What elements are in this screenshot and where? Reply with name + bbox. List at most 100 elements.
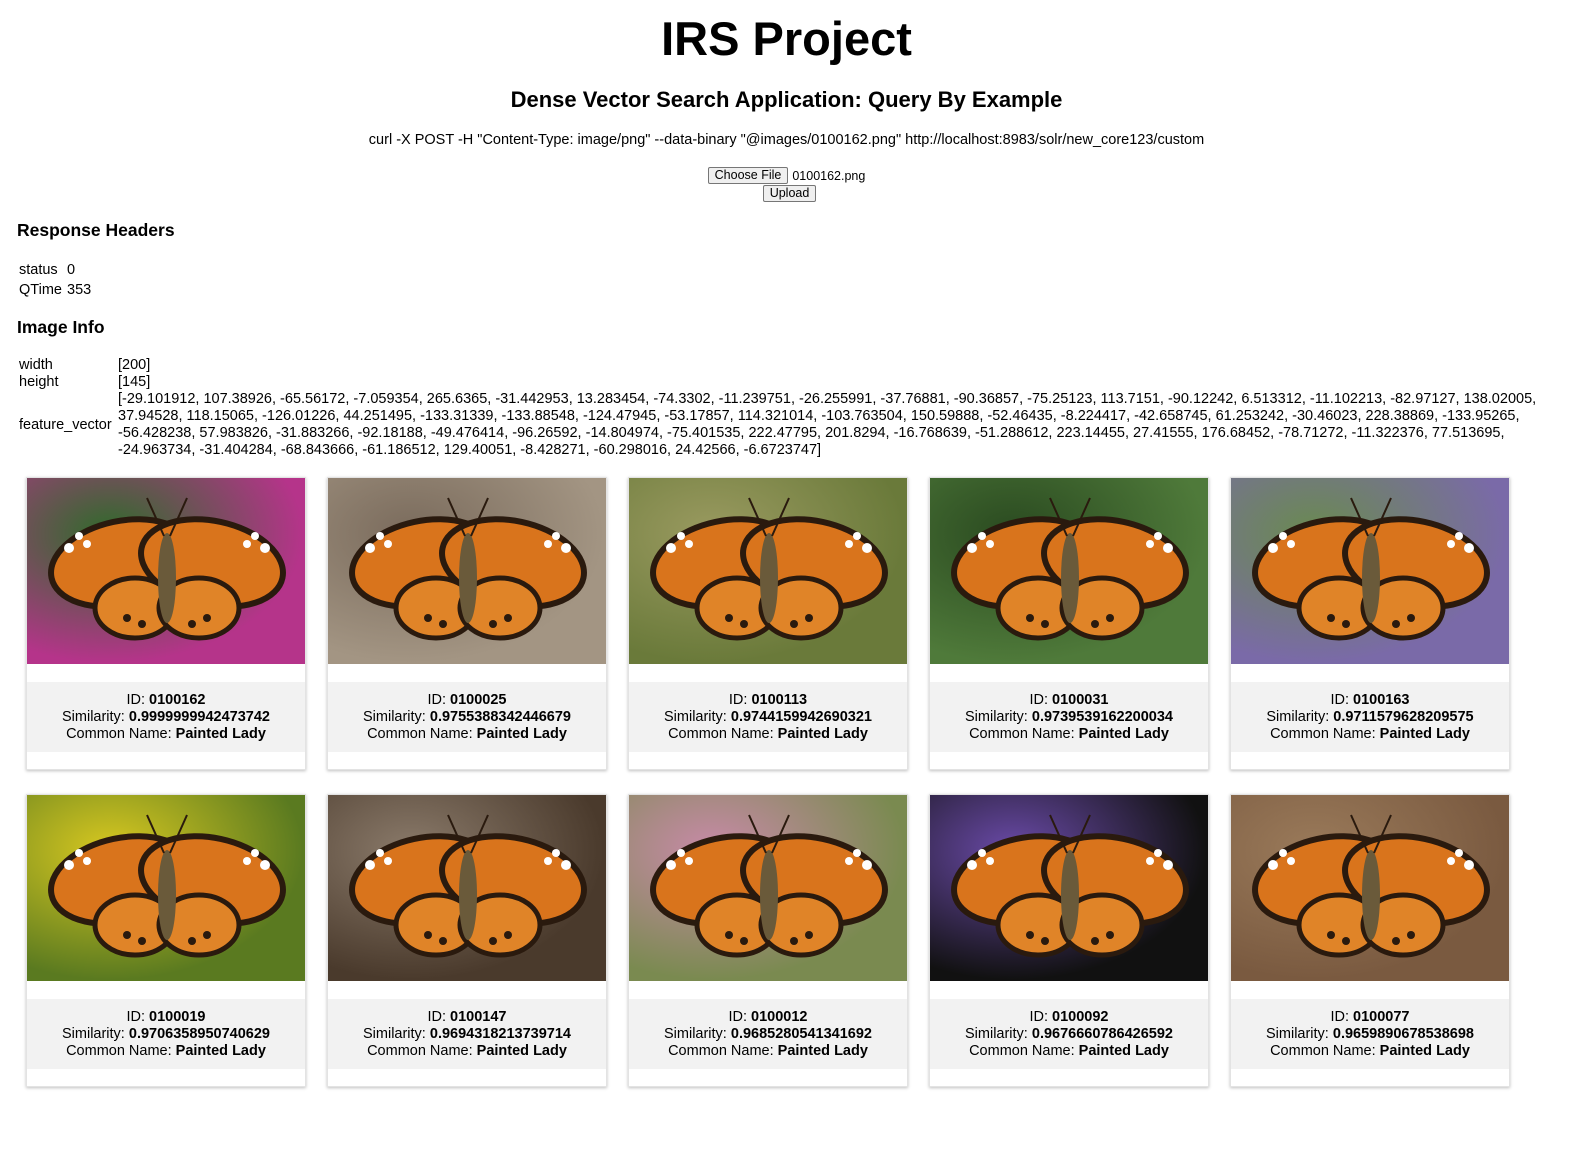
butterfly-image [629, 478, 907, 664]
result-similarity-line: Similarity: 0.9711579628209575 [1231, 709, 1509, 726]
result-common-name-label: Common Name: [66, 726, 176, 742]
result-id-label: ID: [1330, 1009, 1354, 1025]
result-id-label: ID: [1029, 1009, 1053, 1025]
result-meta: ID: 0100162 Similarity: 0.999999994247374… [27, 682, 305, 752]
result-similarity-label: Similarity: [965, 1026, 1032, 1042]
result-id-label: ID: [126, 692, 150, 708]
feature-vector-row: feature_vector [-29.101912, 107.38926, -… [17, 391, 1560, 459]
result-card[interactable]: ID: 0100077 Similarity: 0.965989067853869… [1230, 794, 1510, 1087]
result-id-label: ID: [427, 692, 451, 708]
result-card[interactable]: ID: 0100147 Similarity: 0.969431821373971… [327, 794, 607, 1087]
result-id-value: 0100092 [1052, 1009, 1109, 1025]
result-similarity-label: Similarity: [664, 709, 731, 725]
butterfly-image [328, 478, 606, 664]
result-common-name-line: Common Name: Painted Lady [27, 1043, 305, 1060]
result-id-line: ID: 0100147 [328, 1009, 606, 1026]
result-similarity-line: Similarity: 0.9676660786426592 [930, 1026, 1208, 1043]
result-common-name-line: Common Name: Painted Lady [1231, 1043, 1509, 1060]
butterfly-icon [349, 814, 587, 958]
response-headers: status 0 QTime 353 [19, 260, 91, 300]
upload-form: Choose File 0100162.png Upload [0, 166, 1573, 202]
height-value: [145] [118, 374, 151, 390]
result-similarity-value: 0.9685280541341692 [730, 1026, 872, 1042]
result-card[interactable]: ID: 0100012 Similarity: 0.968528054134169… [628, 794, 908, 1087]
result-card[interactable]: ID: 0100019 Similarity: 0.970635895074062… [26, 794, 306, 1087]
result-common-name-line: Common Name: Painted Lady [328, 726, 606, 743]
butterfly-icon [349, 497, 587, 641]
result-id-label: ID: [1330, 692, 1354, 708]
result-id-value: 0100019 [149, 1009, 206, 1025]
result-id-line: ID: 0100025 [328, 692, 606, 709]
butterfly-icon [951, 497, 1189, 641]
result-card[interactable]: ID: 0100113 Similarity: 0.974415994269032… [628, 477, 908, 770]
result-similarity-line: Similarity: 0.9694318213739714 [328, 1026, 606, 1043]
result-meta: ID: 0100113 Similarity: 0.974415994269032… [629, 682, 907, 752]
butterfly-image [27, 795, 305, 981]
result-id-line: ID: 0100031 [930, 692, 1208, 709]
page-title: IRS Project [661, 12, 912, 65]
result-id-label: ID: [728, 692, 752, 708]
result-meta: ID: 0100077 Similarity: 0.965989067853869… [1231, 999, 1509, 1069]
width-key: width [19, 357, 53, 373]
result-similarity-value: 0.9739539162200034 [1031, 709, 1173, 725]
butterfly-image [930, 478, 1208, 664]
result-card[interactable]: ID: 0100031 Similarity: 0.973953916220003… [929, 477, 1209, 770]
result-common-name-value: Painted Lady [1379, 1043, 1470, 1059]
result-card[interactable]: ID: 0100163 Similarity: 0.971157962820957… [1230, 477, 1510, 770]
butterfly-image [328, 795, 606, 981]
result-id-value: 0100012 [751, 1009, 808, 1025]
result-card[interactable]: ID: 0100162 Similarity: 0.999999994247374… [26, 477, 306, 770]
result-similarity-value: 0.9755388342446679 [429, 709, 571, 725]
qtime-value: 353 [67, 282, 92, 298]
qtime-row: QTime 353 [19, 280, 91, 300]
result-meta: ID: 0100025 Similarity: 0.975538834244667… [328, 682, 606, 752]
result-common-name-line: Common Name: Painted Lady [930, 1043, 1208, 1060]
result-common-name-line: Common Name: Painted Lady [27, 726, 305, 743]
curl-command: curl -X POST -H "Content-Type: image/png… [368, 132, 1205, 148]
butterfly-icon [951, 814, 1189, 958]
response-headers-heading: Response Headers [17, 220, 175, 240]
result-meta: ID: 0100012 Similarity: 0.968528054134169… [629, 999, 907, 1069]
feature-vector-key: feature_vector [19, 416, 112, 433]
result-id-value: 0100025 [450, 692, 507, 708]
result-similarity-label: Similarity: [1266, 709, 1334, 725]
result-common-name-label: Common Name: [1270, 1043, 1380, 1059]
result-similarity-value: 0.9711579628209575 [1333, 709, 1474, 725]
image-info-heading: Image Info [17, 317, 105, 337]
result-id-label: ID: [427, 1009, 451, 1025]
butterfly-image [27, 478, 305, 664]
feature-vector-value: [-29.101912, 107.38926, -65.56172, -7.05… [118, 391, 1537, 458]
result-common-name-value: Painted Lady [1078, 1043, 1169, 1059]
butterfly-image [1231, 795, 1509, 981]
result-common-name-line: Common Name: Painted Lady [1231, 726, 1509, 743]
result-common-name-line: Common Name: Painted Lady [328, 1043, 606, 1060]
result-common-name-value: Painted Lady [777, 726, 868, 742]
image-info-table: width [200] height [145] feature_vector … [17, 357, 1560, 459]
height-key: height [19, 374, 59, 390]
result-card[interactable]: ID: 0100092 Similarity: 0.967666078642659… [929, 794, 1209, 1087]
result-id-line: ID: 0100092 [930, 1009, 1208, 1026]
upload-button[interactable]: Upload [762, 185, 817, 202]
butterfly-icon [650, 814, 888, 958]
result-id-value: 0100077 [1353, 1009, 1410, 1025]
butterfly-image [629, 795, 907, 981]
result-meta: ID: 0100147 Similarity: 0.969431821373971… [328, 999, 606, 1069]
width-row: width [200] [17, 357, 1560, 374]
result-common-name-line: Common Name: Painted Lady [629, 726, 907, 743]
result-common-name-label: Common Name: [668, 1043, 778, 1059]
height-row: height [145] [17, 374, 1560, 391]
result-id-label: ID: [728, 1009, 752, 1025]
result-card[interactable]: ID: 0100025 Similarity: 0.975538834244667… [327, 477, 607, 770]
result-similarity-line: Similarity: 0.9999999942473742 [27, 709, 305, 726]
result-similarity-line: Similarity: 0.9744159942690321 [629, 709, 907, 726]
result-common-name-value: Painted Lady [777, 1043, 868, 1059]
choose-file-button[interactable]: Choose File [707, 167, 789, 184]
butterfly-icon [1252, 497, 1490, 641]
result-meta: ID: 0100092 Similarity: 0.967666078642659… [930, 999, 1208, 1069]
page-subtitle: Dense Vector Search Application: Query B… [510, 87, 1063, 112]
result-id-value: 0100147 [450, 1009, 507, 1025]
result-id-line: ID: 0100077 [1231, 1009, 1509, 1026]
result-similarity-line: Similarity: 0.9706358950740629 [27, 1026, 305, 1043]
result-common-name-label: Common Name: [66, 1043, 176, 1059]
status-value: 0 [67, 262, 76, 278]
